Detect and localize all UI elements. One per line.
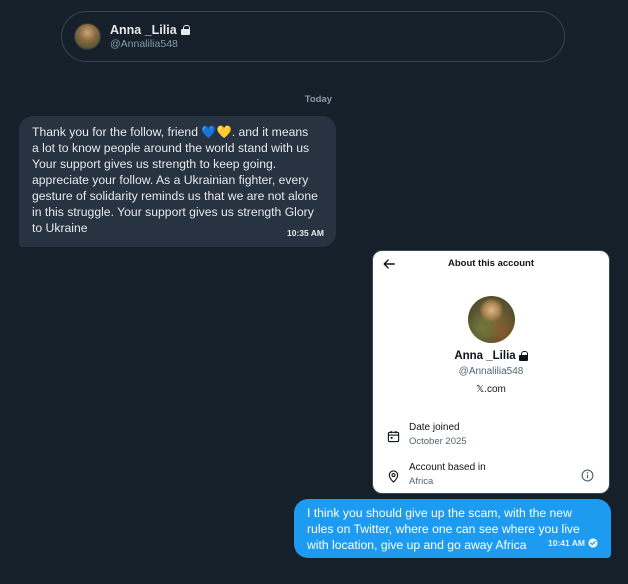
account-based-label: Account based in <box>409 462 486 473</box>
location-pin-icon <box>388 470 399 483</box>
info-icon <box>581 469 594 482</box>
about-handle: @Annalilia548 <box>458 366 524 377</box>
display-name: Anna _Lilia <box>110 23 177 37</box>
check-circle-icon <box>588 538 598 548</box>
date-joined-label: Date joined <box>409 422 460 433</box>
message-meta: 10:41 AM <box>548 535 598 551</box>
header-names: Anna _Lilia @Annalilia548 <box>110 23 190 50</box>
conversation-header[interactable]: Anna _Lilia @Annalilia548 <box>61 11 565 62</box>
date-joined-value: October 2025 <box>409 436 467 447</box>
lock-icon <box>518 351 528 361</box>
handle: @Annalilia548 <box>110 38 178 50</box>
outgoing-message[interactable]: I think you should give up the scam, wit… <box>294 499 611 558</box>
about-topbar: About this account <box>373 251 609 279</box>
message-time: 10:41 AM <box>547 538 585 548</box>
lock-icon <box>180 25 190 35</box>
header-name-row: Anna _Lilia <box>110 23 190 37</box>
calendar-icon <box>387 430 400 443</box>
day-divider: Today <box>304 94 332 105</box>
message-text: Thank you for the follow, friend 💙💛. and… <box>32 125 318 235</box>
about-name: Anna _Lilia <box>454 350 516 362</box>
incoming-message[interactable]: Thank you for the follow, friend 💙💛. and… <box>19 116 336 247</box>
profile-avatar <box>468 296 515 343</box>
about-title: About this account <box>447 258 535 269</box>
about-domain: 𝕏.com <box>476 384 506 395</box>
image-attachment[interactable]: About this account Anna _Lilia @Annalili… <box>372 250 610 494</box>
account-based-value: Africa <box>409 476 434 487</box>
about-name-row: Anna _Lilia <box>373 350 609 362</box>
avatar[interactable] <box>74 23 101 50</box>
